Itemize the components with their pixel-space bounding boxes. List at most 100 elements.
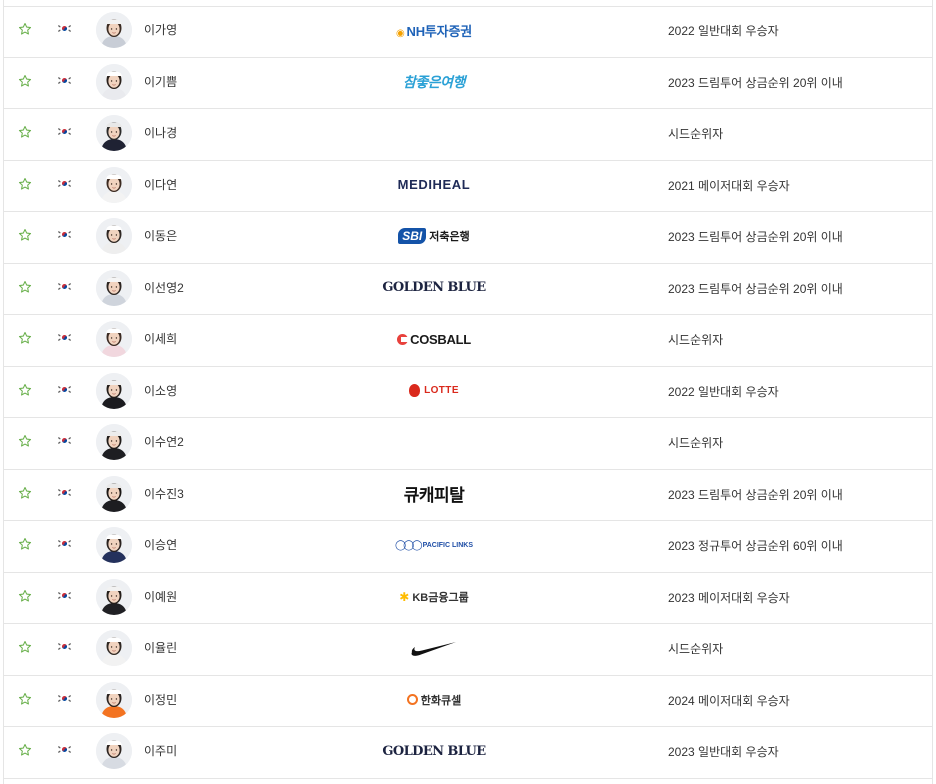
portrait-image <box>96 269 132 306</box>
qualification-status: 시드순위자 <box>668 436 724 450</box>
q-capital-logo: 큐캐피탈 <box>403 486 465 505</box>
sponsor-logo: 큐캐피탈 <box>334 478 534 510</box>
player-name[interactable]: 이수연2 <box>144 435 184 449</box>
qualification-status: 2023 드림투어 상금순위 20위 이내 <box>668 281 843 296</box>
player-name[interactable]: 이승연 <box>144 538 177 552</box>
player-name[interactable]: 이소영 <box>144 384 177 398</box>
favorite-star-icon[interactable] <box>18 537 32 551</box>
player-row: 이정민 한화큐셀 2024 메이저대회 우승자 <box>4 676 932 727</box>
player-avatar[interactable] <box>96 578 132 615</box>
favorite-star-icon[interactable] <box>18 74 32 88</box>
favorite-star-icon[interactable] <box>18 125 32 139</box>
korea-flag-icon <box>57 538 72 549</box>
sponsor-logo: ✱ KB금융그룹 <box>334 581 534 613</box>
portrait-image <box>96 424 132 460</box>
player-row: 이세희 COSBALL 시드순위자 <box>4 315 932 367</box>
favorite-star-icon[interactable] <box>18 383 32 397</box>
sponsor-logo: GOLDEN BLUE <box>334 735 534 767</box>
portrait-image <box>96 372 132 409</box>
korea-flag-icon <box>57 126 72 137</box>
favorite-star-icon[interactable] <box>18 743 32 757</box>
pacific-links-logo: ◯◯◯ PACIFIC LINKS <box>394 539 473 551</box>
nh-mark-icon: ◉ <box>396 27 405 39</box>
player-avatar[interactable] <box>96 424 132 460</box>
cosball-mark-icon <box>397 333 409 345</box>
player-row: 이율린 NIKE 시드순위자 <box>4 624 932 676</box>
favorite-star-icon[interactable] <box>18 22 32 36</box>
player-name[interactable]: 이세희 <box>144 332 177 346</box>
portrait-image <box>96 321 132 357</box>
player-name[interactable]: 이나경 <box>144 126 177 140</box>
player-name[interactable]: 이정민 <box>144 693 177 707</box>
korea-flag-icon <box>57 641 72 652</box>
player-name[interactable]: 이기쁨 <box>144 75 177 89</box>
favorite-star-icon[interactable] <box>18 331 32 345</box>
player-name[interactable]: 이율린 <box>144 641 177 655</box>
qualification-status: 시드순위자 <box>668 127 724 141</box>
player-rows: 이가영 ◉ NH투자증권 2022 일반대회 우승자 이기쁨 참좋은여행 2023… <box>4 6 932 779</box>
portrait-image <box>96 681 132 718</box>
hanwha-mark-icon <box>406 694 418 705</box>
sponsor-logo: GOLDEN BLUE <box>334 272 534 304</box>
player-name[interactable]: 이주미 <box>144 744 177 758</box>
player-name[interactable]: 이예원 <box>144 590 177 604</box>
sbi-logo: SBI 저축은행 <box>398 228 470 244</box>
pacific-links-mark-icon: ◯◯◯ <box>394 539 423 551</box>
favorite-star-icon[interactable] <box>18 434 32 448</box>
chamjoeun-logo: 참좋은여행 <box>403 74 465 91</box>
player-avatar[interactable] <box>96 63 132 100</box>
favorite-star-icon[interactable] <box>18 228 32 242</box>
korea-flag-icon <box>57 693 72 703</box>
player-avatar[interactable] <box>96 12 132 48</box>
player-avatar[interactable] <box>96 372 132 409</box>
player-name[interactable]: 이동은 <box>144 229 177 243</box>
kb-star-icon: ✱ <box>399 589 410 604</box>
player-name[interactable]: 이다연 <box>144 178 177 192</box>
portrait-image <box>96 527 132 563</box>
player-avatar[interactable] <box>96 321 132 357</box>
sponsor-logo: NIKE <box>334 632 534 664</box>
player-name[interactable]: 이수진3 <box>144 487 184 501</box>
sponsor-logo: COSBALL <box>334 323 534 355</box>
player-row: 이소영 LOTTE 2022 일반대회 우승자 <box>4 367 932 418</box>
player-avatar[interactable] <box>96 527 132 563</box>
portrait-image <box>96 218 132 254</box>
korea-flag-icon <box>57 178 72 188</box>
player-avatar[interactable] <box>96 733 132 769</box>
sponsor-logo: SBI 저축은행 <box>334 220 534 252</box>
korea-flag-icon <box>57 75 72 85</box>
favorite-star-icon[interactable] <box>18 486 32 500</box>
qualification-status: 2023 드림투어 상금순위 20위 이내 <box>668 230 843 244</box>
lotte-mark-icon <box>409 384 421 397</box>
sponsor-logo <box>334 426 534 458</box>
hanwha-logo: 한화큐셀 <box>406 692 461 708</box>
favorite-star-icon[interactable] <box>18 177 32 191</box>
portrait-image <box>96 475 132 512</box>
player-row: 이선영2 GOLDEN BLUE 2023 드림투어 상금순위 20위 이내 <box>4 264 932 315</box>
player-avatar[interactable] <box>96 475 132 512</box>
player-avatar[interactable] <box>96 166 132 203</box>
player-name[interactable]: 이가영 <box>144 23 177 37</box>
player-row: 이주미 GOLDEN BLUE 2023 일반대회 우승자 <box>4 727 932 779</box>
qualification-status: 2022 일반대회 우승자 <box>668 24 779 38</box>
nike-swoosh-icon <box>411 642 456 656</box>
favorite-star-icon[interactable] <box>18 589 32 603</box>
portrait-image <box>96 115 132 151</box>
favorite-star-icon[interactable] <box>18 692 32 706</box>
golden-blue-logo: GOLDEN BLUE <box>382 280 486 295</box>
player-avatar[interactable] <box>96 218 132 254</box>
korea-flag-icon <box>57 590 72 600</box>
player-avatar[interactable] <box>96 269 132 306</box>
player-row: 이동은 SBI 저축은행 2023 드림투어 상금순위 20위 이내 <box>4 212 932 264</box>
player-name[interactable]: 이선영2 <box>144 281 184 295</box>
player-avatar[interactable] <box>96 630 132 666</box>
nh-logo: ◉ NH투자증권 <box>396 23 472 39</box>
player-avatar[interactable] <box>96 115 132 151</box>
qualification-status: 시드순위자 <box>668 333 724 347</box>
player-avatar[interactable] <box>96 681 132 718</box>
kb-logo: ✱ KB금융그룹 <box>399 589 469 604</box>
sponsor-logo: LOTTE <box>334 375 534 407</box>
favorite-star-icon[interactable] <box>18 280 32 294</box>
korea-flag-icon <box>57 229 72 240</box>
favorite-star-icon[interactable] <box>18 640 32 654</box>
